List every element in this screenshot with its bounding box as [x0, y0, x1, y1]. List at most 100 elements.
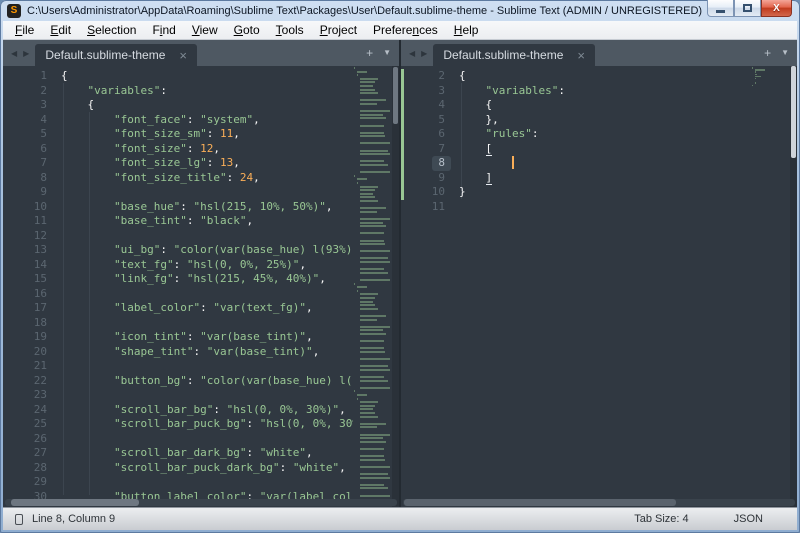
line-number[interactable]: 11 — [401, 200, 445, 215]
horizontal-scrollbar[interactable] — [5, 499, 397, 506]
menu-item-view[interactable]: View — [184, 22, 226, 38]
code-line[interactable]: "shape_tint": "var(base_tint)", — [61, 345, 353, 360]
code-line[interactable]: "ui_bg": "color(var(base_hue) l(93%)) — [61, 243, 353, 258]
code-line[interactable] — [459, 156, 751, 171]
code-line[interactable]: { — [459, 98, 751, 113]
tab-default-sublime-theme[interactable]: Default.sublime-theme × — [433, 44, 595, 66]
line-number[interactable]: 29 — [3, 475, 47, 490]
code-line[interactable]: "icon_tint": "var(base_tint)", — [61, 330, 353, 345]
line-number[interactable]: 22 — [3, 374, 47, 389]
code-line[interactable]: { — [459, 69, 751, 84]
code-line[interactable] — [61, 316, 353, 331]
tab-default-sublime-theme[interactable]: Default.sublime-theme × — [35, 44, 197, 66]
menu-item-help[interactable]: Help — [446, 22, 487, 38]
code-line[interactable]: "font_face": "system", — [61, 113, 353, 128]
code-line[interactable] — [61, 432, 353, 447]
line-number[interactable]: 23 — [3, 388, 47, 403]
minimap[interactable] — [354, 67, 392, 507]
line-number[interactable]: 19 — [3, 330, 47, 345]
code-line[interactable] — [61, 287, 353, 302]
code-line[interactable]: "variables": — [459, 84, 751, 99]
tab-close-icon[interactable]: × — [179, 49, 187, 62]
code-line[interactable]: "button_bg": "color(var(base_hue) l(9 — [61, 374, 353, 389]
line-number[interactable]: 7 — [401, 142, 445, 157]
vertical-scrollbar[interactable] — [392, 66, 399, 507]
tab-scroll-right-icon[interactable]: ▶ — [23, 49, 29, 58]
code-line[interactable]: "scroll_bar_puck_dark_bg": "white", — [61, 461, 353, 476]
tab-overflow-menu-icon[interactable]: ▼ — [781, 49, 789, 57]
scrollbar-thumb[interactable] — [791, 66, 796, 158]
editor-view[interactable]: 1234567891011121314151617181920212223242… — [3, 66, 399, 507]
code-line[interactable] — [61, 475, 353, 490]
code-line[interactable]: "link_fg": "hsl(215, 45%, 40%)", — [61, 272, 353, 287]
tab-scroll-left-icon[interactable]: ◀ — [11, 49, 17, 58]
tab-close-icon[interactable]: × — [577, 49, 585, 62]
syntax-status[interactable]: JSON — [734, 513, 763, 525]
horizontal-scrollbar[interactable] — [403, 499, 795, 506]
code-line[interactable] — [61, 359, 353, 374]
cursor-position-status[interactable]: Line 8, Column 9 — [32, 513, 115, 525]
code-line[interactable]: "rules": — [459, 127, 751, 142]
code-line[interactable]: "font_size_lg": 13, — [61, 156, 353, 171]
line-number[interactable]: 5 — [401, 113, 445, 128]
menu-item-tools[interactable]: Tools — [268, 22, 312, 38]
line-number[interactable]: 3 — [3, 98, 47, 113]
code-line[interactable]: "font_size": 12, — [61, 142, 353, 157]
title-bar[interactable]: S C:\Users\Administrator\AppData\Roaming… — [0, 0, 800, 21]
code-line[interactable]: }, — [459, 113, 751, 128]
scrollbar-thumb[interactable] — [404, 499, 676, 506]
menu-item-project[interactable]: Project — [312, 22, 365, 38]
code-line[interactable]: "scroll_bar_puck_bg": "hsl(0, 0%, 30% — [61, 417, 353, 432]
minimize-button[interactable] — [707, 0, 734, 17]
code-line[interactable]: "text_fg": "hsl(0, 0%, 25%)", — [61, 258, 353, 273]
tab-scroll-right-icon[interactable]: ▶ — [421, 49, 427, 58]
line-number[interactable]: 2 — [3, 84, 47, 99]
line-number[interactable]: 8 — [401, 156, 445, 171]
line-number[interactable]: 4 — [3, 113, 47, 128]
line-number[interactable]: 9 — [401, 171, 445, 186]
new-tab-button[interactable]: + — [764, 47, 771, 59]
code-line[interactable]: ] — [459, 171, 751, 186]
code-line[interactable]: { — [61, 98, 353, 113]
code-area[interactable]: { "variables": { "font_face": "system", … — [61, 69, 353, 507]
line-number[interactable]: 10 — [401, 185, 445, 200]
line-number[interactable]: 18 — [3, 316, 47, 331]
menu-item-edit[interactable]: Edit — [42, 22, 79, 38]
code-line[interactable]: "base_tint": "black", — [61, 214, 353, 229]
line-number[interactable]: 26 — [3, 432, 47, 447]
line-number[interactable]: 5 — [3, 127, 47, 142]
code-line[interactable]: } — [459, 185, 751, 200]
menu-item-file[interactable]: File — [7, 22, 42, 38]
line-number[interactable]: 12 — [3, 229, 47, 244]
line-number[interactable]: 6 — [3, 142, 47, 157]
minimap[interactable] — [752, 67, 790, 507]
line-number[interactable]: 24 — [3, 403, 47, 418]
code-line[interactable]: "variables": — [61, 84, 353, 99]
line-number[interactable]: 13 — [3, 243, 47, 258]
code-line[interactable]: "scroll_bar_bg": "hsl(0, 0%, 30%)", — [61, 403, 353, 418]
code-line[interactable]: "label_color": "var(text_fg)", — [61, 301, 353, 316]
maximize-button[interactable] — [734, 0, 761, 17]
line-number[interactable]: 14 — [3, 258, 47, 273]
scrollbar-thumb[interactable] — [11, 499, 139, 506]
line-number[interactable]: 7 — [3, 156, 47, 171]
code-area[interactable]: { "variables": { }, "rules": [ ]} — [459, 69, 751, 507]
close-button[interactable]: X — [761, 0, 792, 17]
code-line[interactable]: "base_hue": "hsl(215, 10%, 50%)", — [61, 200, 353, 215]
line-number[interactable]: 28 — [3, 461, 47, 476]
code-line[interactable]: "font_size_sm": 11, — [61, 127, 353, 142]
menu-item-preferences[interactable]: Preferences — [365, 22, 446, 38]
line-number[interactable]: 4 — [401, 98, 445, 113]
new-tab-button[interactable]: + — [366, 47, 373, 59]
code-line[interactable] — [459, 200, 751, 215]
line-number[interactable]: 20 — [3, 345, 47, 360]
menu-item-goto[interactable]: Goto — [226, 22, 268, 38]
line-number[interactable]: 8 — [3, 171, 47, 186]
line-number[interactable]: 6 — [401, 127, 445, 142]
menu-item-find[interactable]: Find — [144, 22, 183, 38]
editor-view[interactable]: 234567891011 { "variables": { }, "rules"… — [401, 66, 797, 507]
tab-overflow-menu-icon[interactable]: ▼ — [383, 49, 391, 57]
line-number[interactable]: 21 — [3, 359, 47, 374]
code-line[interactable] — [61, 185, 353, 200]
code-line[interactable]: "scroll_bar_dark_bg": "white", — [61, 446, 353, 461]
